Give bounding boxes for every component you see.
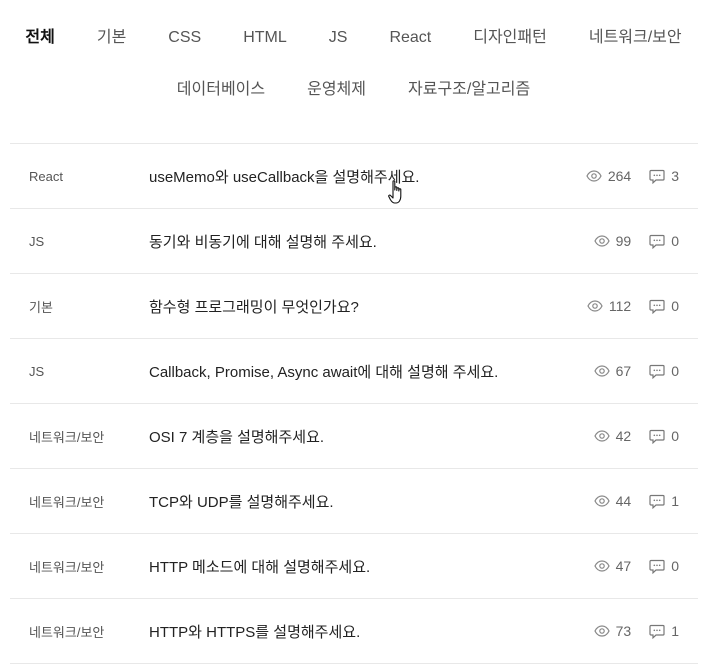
view-count: 99 xyxy=(593,233,632,249)
list-item[interactable]: React useMemo와 useCallback을 설명해주세요. 264 … xyxy=(10,144,698,209)
tab-css[interactable]: CSS xyxy=(168,28,201,48)
question-stats: 112 0 xyxy=(587,298,679,314)
comment-icon xyxy=(649,234,665,249)
question-category: JS xyxy=(29,233,45,249)
question-title[interactable]: useMemo와 useCallback을 설명해주세요. xyxy=(149,166,419,187)
comment-icon xyxy=(649,494,665,509)
tab-html[interactable]: HTML xyxy=(243,28,287,48)
question-category: 기본 xyxy=(29,299,53,315)
comment-count-value: 1 xyxy=(671,493,679,509)
list-item[interactable]: 네트워크/보안 OSI 7 계층을 설명해주세요. 42 0 xyxy=(10,404,698,469)
question-category: React xyxy=(29,168,63,184)
comment-count-value: 0 xyxy=(671,558,679,574)
view-count: 47 xyxy=(593,558,632,574)
eye-icon xyxy=(593,495,610,507)
question-stats: 44 1 xyxy=(593,493,679,509)
eye-icon xyxy=(593,365,610,377)
list-item[interactable]: JS 동기와 비동기에 대해 설명해 주세요. 99 0 xyxy=(10,209,698,274)
view-count: 44 xyxy=(593,493,632,509)
question-stats: 67 0 xyxy=(593,363,679,379)
question-stats: 42 0 xyxy=(593,428,679,444)
question-category: 네트워크/보안 xyxy=(29,559,105,575)
view-count: 264 xyxy=(586,168,631,184)
question-title[interactable]: HTTP 메소드에 대해 설명해주세요. xyxy=(149,556,370,577)
view-count-value: 42 xyxy=(615,428,632,444)
comment-count: 1 xyxy=(649,623,679,639)
view-count-value: 67 xyxy=(615,363,632,379)
comment-count: 3 xyxy=(649,168,679,184)
comment-count: 0 xyxy=(649,558,679,574)
comment-count: 0 xyxy=(649,233,679,249)
question-title[interactable]: OSI 7 계층을 설명해주세요. xyxy=(149,426,324,447)
eye-icon xyxy=(593,625,610,637)
list-item[interactable]: 네트워크/보안 TCP와 UDP를 설명해주세요. 44 1 xyxy=(10,469,698,534)
tab-data-structure-algorithm[interactable]: 자료구조/알고리즘 xyxy=(408,80,530,100)
view-count-value: 112 xyxy=(608,298,632,314)
comment-icon xyxy=(649,299,665,314)
view-count-value: 73 xyxy=(615,623,632,639)
list-item[interactable]: 네트워크/보안 HTTP 메소드에 대해 설명해주세요. 47 0 xyxy=(10,534,698,599)
comment-count-value: 0 xyxy=(671,428,679,444)
eye-icon xyxy=(593,560,610,572)
question-title[interactable]: Callback, Promise, Async await에 대해 설명해 주… xyxy=(149,361,498,382)
tab-react[interactable]: React xyxy=(389,28,431,48)
view-count-value: 264 xyxy=(607,168,632,184)
comment-count: 0 xyxy=(649,363,679,379)
category-tabs-row-1: 전체 기본 CSS HTML JS React 디자인패턴 네트워크/보안 xyxy=(0,28,707,48)
question-list: React useMemo와 useCallback을 설명해주세요. 264 … xyxy=(10,143,698,664)
view-count-value: 47 xyxy=(615,558,632,574)
tab-basic[interactable]: 기본 xyxy=(97,28,126,48)
comment-count-value: 1 xyxy=(671,623,679,639)
question-title[interactable]: TCP와 UDP를 설명해주세요. xyxy=(149,491,334,512)
view-count: 67 xyxy=(593,363,632,379)
comment-icon xyxy=(649,559,665,574)
tab-database[interactable]: 데이터베이스 xyxy=(177,80,265,100)
eye-icon xyxy=(586,170,602,182)
comment-count: 1 xyxy=(649,493,679,509)
question-category: 네트워크/보안 xyxy=(29,494,105,510)
comment-icon xyxy=(649,169,665,184)
eye-icon xyxy=(593,235,610,247)
list-item[interactable]: 네트워크/보안 HTTP와 HTTPS를 설명해주세요. 73 1 xyxy=(10,599,698,664)
category-tabs-row-2: 데이터베이스 운영체제 자료구조/알고리즘 xyxy=(0,80,707,100)
comment-count-value: 0 xyxy=(671,233,679,249)
comment-icon xyxy=(649,429,665,444)
question-title[interactable]: 동기와 비동기에 대해 설명해 주세요. xyxy=(149,231,377,252)
tab-js[interactable]: JS xyxy=(329,28,348,48)
tab-design-pattern[interactable]: 디자인패턴 xyxy=(473,28,547,48)
comment-count-value: 0 xyxy=(671,363,679,379)
view-count: 112 xyxy=(587,298,631,314)
question-category: JS xyxy=(29,363,45,379)
question-stats: 99 0 xyxy=(593,233,679,249)
comment-count-value: 0 xyxy=(671,298,679,314)
comment-icon xyxy=(649,364,665,379)
question-stats: 47 0 xyxy=(593,558,679,574)
comment-count: 0 xyxy=(649,428,679,444)
question-category: 네트워크/보안 xyxy=(29,429,105,445)
interview-question-board: 전체 기본 CSS HTML JS React 디자인패턴 네트워크/보안 데이… xyxy=(0,0,707,672)
tab-operating-system[interactable]: 운영체제 xyxy=(307,80,366,100)
view-count-value: 99 xyxy=(615,233,632,249)
question-title[interactable]: 함수형 프로그래밍이 무엇인가요? xyxy=(149,296,359,317)
view-count: 42 xyxy=(593,428,632,444)
question-title[interactable]: HTTP와 HTTPS를 설명해주세요. xyxy=(149,621,360,642)
comment-count-value: 3 xyxy=(671,168,679,184)
question-stats: 264 3 xyxy=(586,168,679,184)
view-count: 73 xyxy=(593,623,632,639)
list-item[interactable]: 기본 함수형 프로그래밍이 무엇인가요? 112 0 xyxy=(10,274,698,339)
view-count-value: 44 xyxy=(615,493,632,509)
question-category: 네트워크/보안 xyxy=(29,624,105,640)
comment-icon xyxy=(649,624,665,639)
question-stats: 73 1 xyxy=(593,623,679,639)
eye-icon xyxy=(593,430,610,442)
tab-all[interactable]: 전체 xyxy=(25,28,54,48)
tab-network-security[interactable]: 네트워크/보안 xyxy=(589,28,682,48)
comment-count: 0 xyxy=(649,298,679,314)
list-item[interactable]: JS Callback, Promise, Async await에 대해 설명… xyxy=(10,339,698,404)
eye-icon xyxy=(587,300,603,312)
